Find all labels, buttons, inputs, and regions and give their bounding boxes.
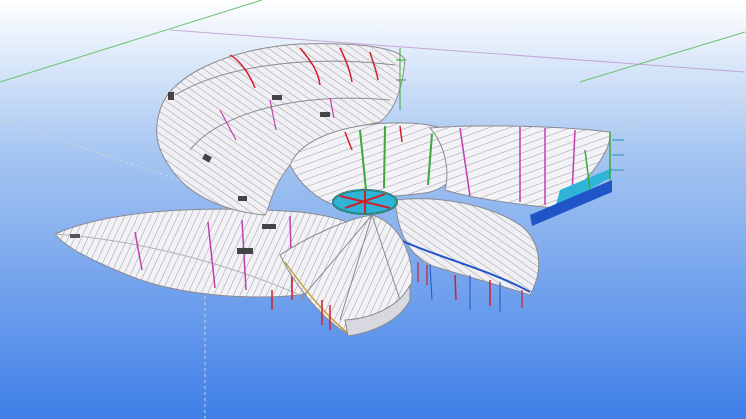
roof-panel-icon (272, 95, 282, 100)
structural-model-canvas[interactable] (0, 0, 746, 419)
model-viewport[interactable] (0, 0, 746, 419)
roof-panel-icon (320, 112, 330, 117)
roof-panel-icon (70, 234, 80, 238)
ring-oculus-icon (332, 189, 398, 215)
roof-panel-icon (262, 224, 276, 229)
roof-panel-icon (168, 92, 174, 100)
roof-panel-icon (237, 248, 253, 254)
roof-panel-icon (238, 196, 247, 201)
